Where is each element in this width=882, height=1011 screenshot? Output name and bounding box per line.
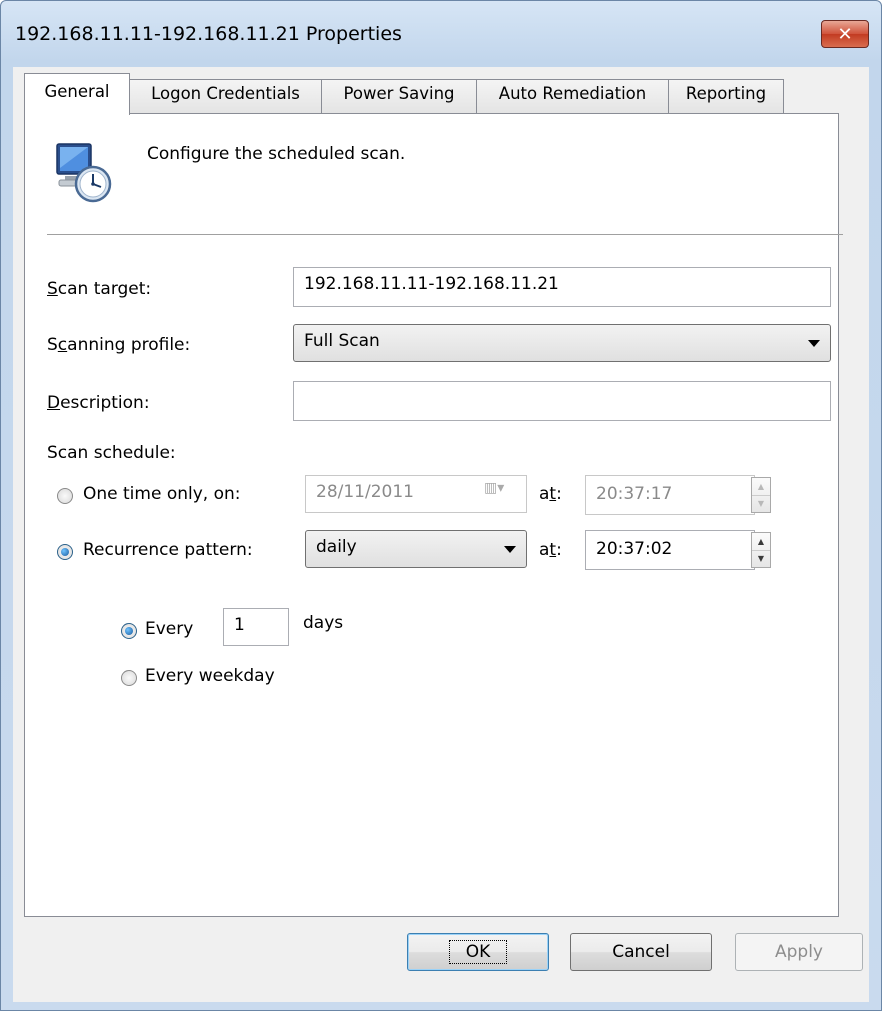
spin-down-icon[interactable]: ▼ (752, 550, 770, 567)
calendar-icon[interactable]: ▥▾ (484, 480, 524, 508)
apply-label: Apply (775, 942, 823, 962)
scan-target-input[interactable]: 192.168.11.11-192.168.11.21 (293, 267, 831, 307)
close-icon: ✕ (837, 23, 853, 45)
close-button[interactable]: ✕ (821, 20, 869, 48)
scheduled-scan-computer-icon (56, 143, 112, 203)
spin-up-icon[interactable]: ▲ (752, 478, 770, 496)
tab-power-saving[interactable]: Power Saving (321, 79, 477, 113)
one-time-radio[interactable] (57, 488, 73, 504)
tab-auto-remediation[interactable]: Auto Remediation (476, 79, 669, 113)
scan-target-label: Scan target: (47, 279, 152, 299)
scanning-profile-label: Scanning profile: (47, 335, 191, 355)
recurrence-label: Recurrence pattern: (83, 540, 253, 560)
spin-up-icon[interactable]: ▲ (752, 533, 770, 551)
recurrence-time-input[interactable]: 20:37:02 (585, 530, 755, 570)
days-label: days (303, 613, 344, 633)
one-time-time-spinner[interactable]: ▲ ▼ (751, 477, 771, 513)
intro-text: Configure the scheduled scan. (147, 144, 406, 164)
scanning-profile-value: Full Scan (304, 331, 380, 351)
every-days-radio[interactable] (121, 623, 137, 639)
one-time-time-input[interactable]: 20:37:17 (585, 475, 755, 515)
tab-label: Logon Credentials (151, 84, 300, 103)
scan-target-value: 192.168.11.11-192.168.11.21 (304, 274, 559, 294)
chevron-down-icon (504, 546, 516, 553)
scan-schedule-label: Scan schedule: (47, 443, 176, 463)
one-time-time-value: 20:37:17 (596, 484, 673, 504)
cancel-button[interactable]: Cancel (570, 933, 712, 971)
dialog-client-area: General Logon Credentials Power Saving A… (13, 67, 869, 1002)
tab-label: Auto Remediation (498, 84, 647, 103)
description-label: Description: (47, 393, 150, 413)
description-input[interactable] (293, 381, 831, 421)
ok-button[interactable]: OK (407, 933, 549, 971)
recurrence-at-label: at: (539, 540, 562, 560)
window-title: 192.168.11.11-192.168.11.21 Properties (15, 23, 402, 45)
one-time-date-picker[interactable]: 28/11/2011 ▥▾ (305, 475, 527, 513)
recurrence-value: daily (316, 537, 357, 557)
general-tab-panel: Configure the scheduled scan. Scan targe… (24, 113, 843, 917)
tab-logon-credentials[interactable]: Logon Credentials (129, 79, 322, 113)
recurrence-time-value: 20:37:02 (596, 539, 673, 559)
cancel-label: Cancel (612, 942, 670, 962)
every-label: Every (145, 619, 194, 639)
recurrence-radio[interactable] (57, 544, 73, 560)
chevron-down-icon (808, 340, 820, 347)
title-bar[interactable]: 192.168.11.11-192.168.11.21 Properties ✕ (1, 1, 881, 67)
recurrence-time-spinner[interactable]: ▲ ▼ (751, 532, 771, 568)
every-weekday-radio[interactable] (121, 670, 137, 686)
every-days-input[interactable]: 1 (223, 608, 289, 646)
recurrence-dropdown[interactable]: daily (305, 530, 527, 568)
one-time-at-label: at: (539, 484, 562, 504)
tab-reporting[interactable]: Reporting (668, 79, 784, 113)
spin-down-icon[interactable]: ▼ (752, 495, 770, 512)
one-time-label: One time only, on: (83, 484, 241, 504)
header-separator (47, 234, 843, 235)
properties-dialog: 192.168.11.11-192.168.11.21 Properties ✕… (0, 0, 882, 1011)
every-days-value: 1 (234, 615, 245, 635)
apply-button[interactable]: Apply (735, 933, 863, 971)
scanning-profile-dropdown[interactable]: Full Scan (293, 324, 831, 362)
every-weekday-label: Every weekday (145, 666, 275, 686)
tab-label: Power Saving (343, 84, 455, 103)
tab-label: General (44, 82, 110, 101)
tab-label: Reporting (685, 84, 767, 103)
tab-general[interactable]: General (24, 73, 130, 115)
ok-label: OK (448, 940, 508, 964)
one-time-date-value: 28/11/2011 (316, 482, 414, 502)
